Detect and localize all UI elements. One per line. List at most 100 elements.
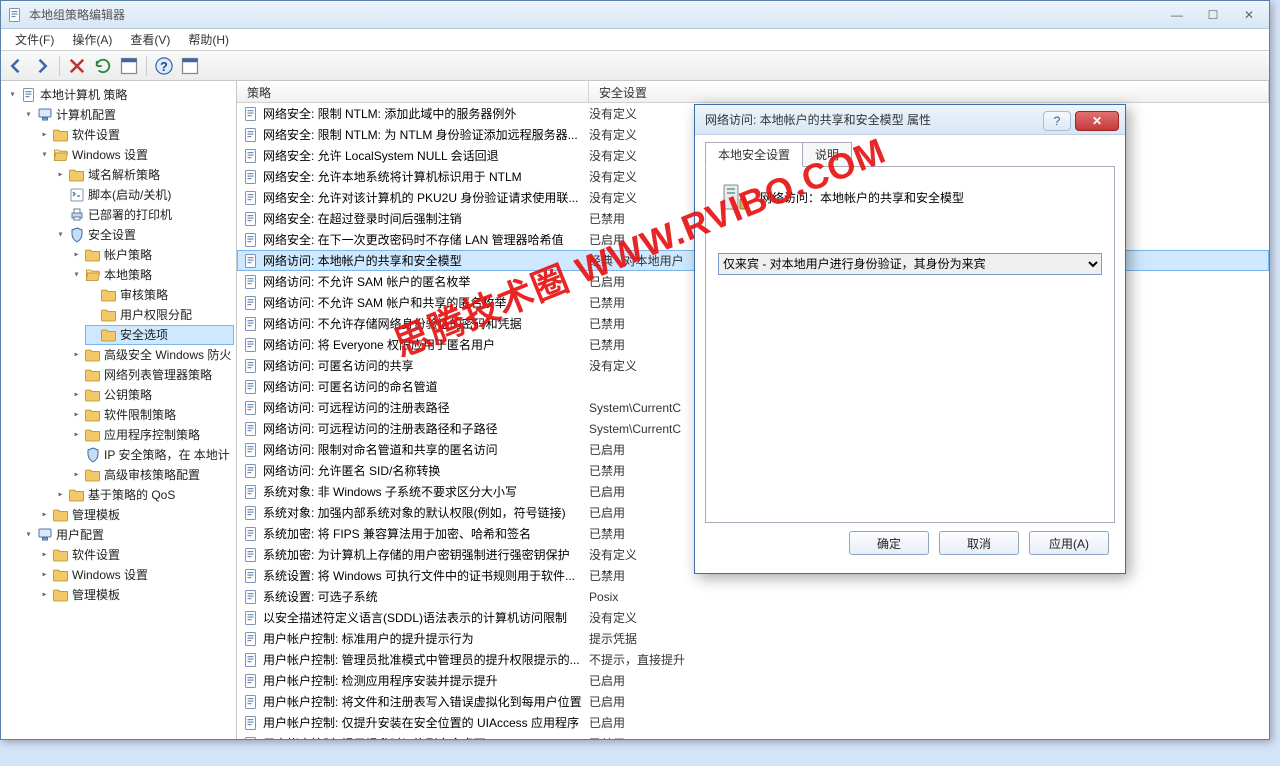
policy-row[interactable]: 以安全描述符定义语言(SDDL)语法表示的计算机访问限制没有定义 xyxy=(237,607,1269,628)
policy-row[interactable]: 用户帐户控制: 检测应用程序安装并提示提升已启用 xyxy=(237,670,1269,691)
cancel-button[interactable]: 取消 xyxy=(939,531,1019,555)
tree-nrp[interactable]: 域名解析策略 xyxy=(88,166,160,184)
tree-ura[interactable]: 用户权限分配 xyxy=(120,306,192,324)
folder-icon xyxy=(85,407,101,423)
tree-ws[interactable]: Windows 设置 xyxy=(72,146,148,164)
tab-local-security[interactable]: 本地安全设置 xyxy=(705,142,803,167)
refresh-button[interactable] xyxy=(92,55,114,77)
col-policy[interactable]: 策略 xyxy=(237,81,589,102)
policy-icon xyxy=(243,400,259,416)
export-button[interactable] xyxy=(118,55,140,77)
policy-name: 网络访问: 可远程访问的注册表路径和子路径 xyxy=(263,420,589,437)
tree-cc[interactable]: 计算机配置 xyxy=(56,106,116,124)
policy-icon xyxy=(243,715,259,731)
policy-row[interactable]: 用户帐户控制: 仅提升安装在安全位置的 UIAccess 应用程序已启用 xyxy=(237,712,1269,733)
dialog-tabs: 本地安全设置 说明 xyxy=(705,143,1115,167)
tree-local[interactable]: 本地策略 xyxy=(104,266,152,284)
computer-icon xyxy=(37,107,53,123)
tree-wfw[interactable]: 高级安全 Windows 防火 xyxy=(104,346,231,364)
policy-value: 已禁用 xyxy=(589,735,1269,739)
dialog-close-button[interactable]: ✕ xyxy=(1075,111,1119,131)
policy-name: 网络访问: 可远程访问的注册表路径 xyxy=(263,399,589,416)
policy-icon xyxy=(243,379,259,395)
policy-icon xyxy=(243,589,259,605)
tree-script[interactable]: 脚本(启动/关机) xyxy=(88,186,171,204)
tree-aadv[interactable]: 高级审核策略配置 xyxy=(104,466,200,484)
policy-name: 网络访问: 不允许存储网络身份验证的密码和凭据 xyxy=(263,315,589,332)
tree-ws2[interactable]: Windows 设置 xyxy=(72,566,148,584)
menu-view[interactable]: 查看(V) xyxy=(122,29,178,50)
help-button[interactable] xyxy=(153,55,175,77)
menu-action[interactable]: 操作(A) xyxy=(64,29,120,50)
tree-tmpl2[interactable]: 管理模板 xyxy=(72,586,120,604)
policy-row[interactable]: 系统设置: 可选子系统Posix xyxy=(237,586,1269,607)
policy-name: 网络访问: 不允许 SAM 帐户和共享的匿名枚举 xyxy=(263,294,589,311)
menu-file[interactable]: 文件(F) xyxy=(7,29,62,50)
forward-button[interactable] xyxy=(31,55,53,77)
menu-help[interactable]: 帮助(H) xyxy=(180,29,237,50)
maximize-button[interactable]: ☐ xyxy=(1199,7,1227,23)
apply-button[interactable]: 应用(A) xyxy=(1029,531,1109,555)
tree-audit[interactable]: 审核策略 xyxy=(120,286,168,304)
folder-icon xyxy=(69,167,85,183)
tree-apcp[interactable]: 应用程序控制策略 xyxy=(104,426,200,444)
tree-root[interactable]: 本地计算机 策略 xyxy=(40,86,127,104)
tree-acct[interactable]: 帐户策略 xyxy=(104,246,152,264)
folder-icon xyxy=(101,307,117,323)
nav-tree[interactable]: ▾本地计算机 策略 ▾计算机配置 ▸软件设置 ▾Windows 设置 ▸域名解析… xyxy=(1,81,237,739)
tree-ipsec[interactable]: IP 安全策略，在 本地计 xyxy=(104,446,230,464)
folder-icon xyxy=(53,587,69,603)
folder-icon xyxy=(85,387,101,403)
policy-icon xyxy=(243,736,259,740)
policy-name: 系统对象: 加强内部系统对象的默认权限(例如，符号链接) xyxy=(263,504,589,521)
policy-icon xyxy=(243,253,259,269)
tree-printers[interactable]: 已部署的打印机 xyxy=(88,206,172,224)
folder-icon xyxy=(53,507,69,523)
policy-icon xyxy=(243,463,259,479)
policy-row[interactable]: 用户帐户控制: 提示提升时切换到安全桌面已禁用 xyxy=(237,733,1269,739)
policy-row[interactable]: 用户帐户控制: 管理员批准模式中管理员的提升权限提示的...不提示，直接提升 xyxy=(237,649,1269,670)
ok-button[interactable]: 确定 xyxy=(849,531,929,555)
policy-icon xyxy=(243,442,259,458)
policy-icon xyxy=(243,484,259,500)
tree-sw1[interactable]: 软件设置 xyxy=(72,126,120,144)
tree-pk[interactable]: 公钥策略 xyxy=(104,386,152,404)
tree-uc[interactable]: 用户配置 xyxy=(56,526,104,544)
folder-icon xyxy=(53,547,69,563)
tree-nlep[interactable]: 网络列表管理器策略 xyxy=(104,366,212,384)
properties-button[interactable] xyxy=(179,55,201,77)
tree-sec[interactable]: 安全设置 xyxy=(88,226,136,244)
policy-name: 网络安全: 在下一次更改密码时不存储 LAN 管理器哈希值 xyxy=(263,231,589,248)
tree-secopt[interactable]: 安全选项 xyxy=(120,326,168,344)
policy-icon xyxy=(243,421,259,437)
policy-icon xyxy=(243,211,259,227)
policy-name: 系统对象: 非 Windows 子系统不要求区分大小写 xyxy=(263,483,589,500)
dialog-help-button[interactable]: ? xyxy=(1043,111,1071,131)
policy-value: 已启用 xyxy=(589,693,1269,710)
policy-heading: 网络访问：本地帐户的共享和安全模型 xyxy=(760,189,964,206)
minimize-button[interactable]: — xyxy=(1163,7,1191,23)
shield-icon xyxy=(69,227,85,243)
dialog-title: 网络访问: 本地帐户的共享和安全模型 属性 xyxy=(705,111,1043,128)
tree-sw2[interactable]: 软件设置 xyxy=(72,546,120,564)
policy-row[interactable]: 用户帐户控制: 将文件和注册表写入错误虚拟化到每用户位置已启用 xyxy=(237,691,1269,712)
tab-explain[interactable]: 说明 xyxy=(802,142,852,167)
policy-row[interactable]: 用户帐户控制: 标准用户的提升提示行为提示凭据 xyxy=(237,628,1269,649)
server-icon xyxy=(718,181,750,213)
policy-icon xyxy=(243,547,259,563)
back-button[interactable] xyxy=(5,55,27,77)
tree-tmpl1[interactable]: 管理模板 xyxy=(72,506,120,524)
tree-qos[interactable]: 基于策略的 QoS xyxy=(88,486,175,504)
policy-icon xyxy=(243,526,259,542)
tree-srp[interactable]: 软件限制策略 xyxy=(104,406,176,424)
titlebar: 本地组策略编辑器 — ☐ ✕ xyxy=(1,1,1269,29)
printer-icon xyxy=(69,207,85,223)
policy-icon xyxy=(243,127,259,143)
close-button[interactable]: ✕ xyxy=(1235,7,1263,23)
security-model-select[interactable]: 仅来宾 - 对本地用户进行身份验证，其身份为来宾 xyxy=(718,253,1102,275)
toolbar xyxy=(1,51,1269,81)
delete-button[interactable] xyxy=(66,55,88,77)
properties-dialog: 网络访问: 本地帐户的共享和安全模型 属性 ? ✕ 本地安全设置 说明 网络访问… xyxy=(694,104,1126,574)
col-setting[interactable]: 安全设置 xyxy=(589,81,1269,102)
folder-icon xyxy=(101,327,117,343)
